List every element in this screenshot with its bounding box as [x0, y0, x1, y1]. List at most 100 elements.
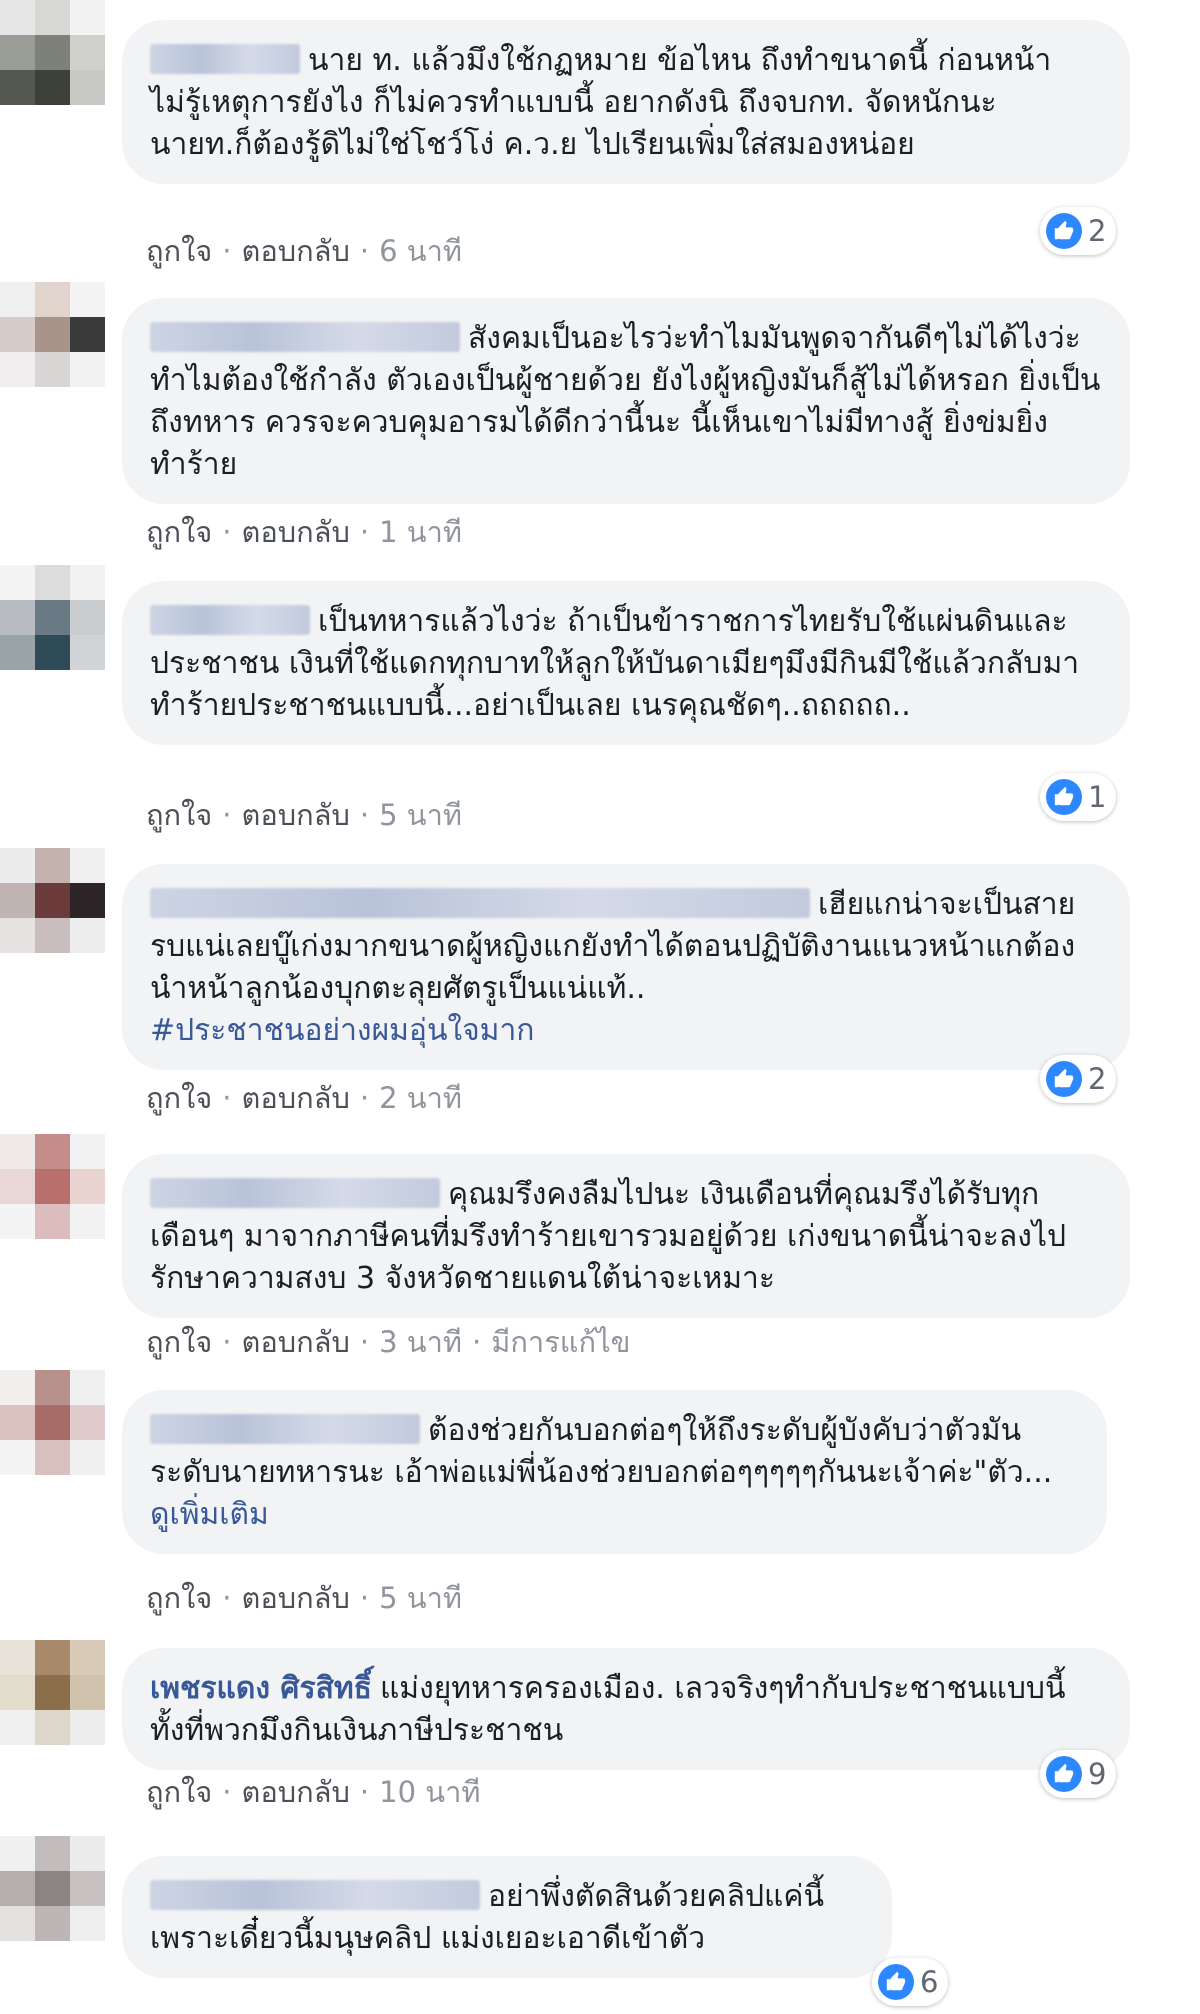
comment-actions: ถูกใจ · ตอบกลับ · 1 นาที [146, 514, 462, 550]
avatar[interactable] [0, 565, 105, 670]
like-reaction-icon [878, 1964, 914, 2000]
comment-bubble: คุณมรึงคงลืมไปนะ เงินเดือนที่คุณมรึงได้ร… [122, 1154, 1130, 1318]
reaction-count[interactable]: 2 [1040, 207, 1117, 255]
commenter-name[interactable] [150, 1414, 420, 1444]
timestamp[interactable]: 1 นาที [379, 515, 462, 549]
avatar-pixel [0, 352, 35, 387]
avatar-pixel [0, 1169, 35, 1204]
reaction-count[interactable]: 2 [1040, 1055, 1117, 1103]
timestamp[interactable]: 10 นาที [379, 1775, 480, 1809]
reply-link[interactable]: ตอบกลับ [242, 1581, 350, 1615]
avatar-pixel [70, 352, 105, 387]
avatar-pixel [0, 0, 35, 35]
reaction-count[interactable]: 9 [1040, 1750, 1117, 1798]
separator: · [359, 1581, 370, 1615]
separator: · [359, 234, 370, 268]
edited-label[interactable]: มีการแก้ไข [491, 1325, 630, 1359]
like-link[interactable]: ถูกใจ [146, 1325, 212, 1359]
timestamp[interactable]: 6 นาที [379, 234, 462, 268]
like-link[interactable]: ถูกใจ [146, 1081, 212, 1115]
separator: · [222, 1581, 232, 1615]
commenter-name[interactable] [150, 1178, 440, 1208]
timestamp[interactable]: 3 นาที [379, 1325, 462, 1359]
commenter-name[interactable] [150, 322, 460, 352]
avatar-pixel [0, 1405, 35, 1440]
avatar[interactable] [0, 0, 105, 105]
separator: · [359, 1325, 370, 1359]
reply-link[interactable]: ตอบกลับ [242, 798, 350, 832]
avatar-pixel [0, 600, 35, 635]
avatar[interactable] [0, 282, 105, 387]
avatar-pixel [70, 1871, 105, 1906]
avatar-pixel [35, 1710, 70, 1745]
avatar-pixel [70, 1134, 105, 1169]
comment-actions: ถูกใจ · ตอบกลับ · 10 นาที [146, 1774, 480, 1810]
commenter-name[interactable] [150, 605, 310, 635]
avatar[interactable] [0, 1836, 105, 1941]
avatar-pixel [70, 848, 105, 883]
avatar-pixel [0, 1906, 35, 1941]
commenter-name[interactable] [150, 44, 300, 74]
comment-bubble: ต้องช่วยกันบอกต่อๆให้ถึงระดับผู้บังคับว่… [122, 1390, 1107, 1554]
reply-link[interactable]: ตอบกลับ [242, 515, 350, 549]
avatar-pixel [35, 1906, 70, 1941]
avatar[interactable] [0, 848, 105, 953]
hashtag-link[interactable]: #ประชาชนอย่างผมอุ่นใจมาก [150, 1013, 534, 1048]
comment-bubble: อย่าพึ่งตัดสินด้วยคลิปแค่นี้เพราะเดี๋ยวน… [122, 1856, 892, 1978]
avatar-pixel [35, 565, 70, 600]
reaction-count[interactable]: 1 [1040, 773, 1117, 821]
avatar-pixel [70, 1710, 105, 1745]
separator: · [359, 1081, 370, 1115]
reaction-count[interactable]: 6 [872, 1958, 949, 2006]
avatar-pixel [35, 1134, 70, 1169]
reply-link[interactable]: ตอบกลับ [242, 234, 350, 268]
commenter-name[interactable] [150, 1880, 480, 1910]
timestamp[interactable]: 2 นาที [379, 1081, 462, 1115]
avatar-pixel [0, 317, 35, 352]
like-reaction-icon [1046, 213, 1082, 249]
avatar-pixel [70, 600, 105, 635]
avatar-pixel [35, 883, 70, 918]
reply-link[interactable]: ตอบกลับ [242, 1081, 350, 1115]
separator: · [222, 798, 232, 832]
avatar-pixel [35, 1836, 70, 1871]
like-link[interactable]: ถูกใจ [146, 515, 212, 549]
avatar-pixel [70, 282, 105, 317]
avatar-pixel [35, 1871, 70, 1906]
avatar-pixel [70, 1440, 105, 1475]
commenter-name[interactable]: เพชรแดง ศิรสิทธิ์ [150, 1671, 372, 1706]
avatar-pixel [0, 883, 35, 918]
avatar-pixel [0, 35, 35, 70]
avatar-pixel [0, 282, 35, 317]
separator: · [222, 234, 232, 268]
like-reaction-icon [1046, 1756, 1082, 1792]
reply-link[interactable]: ตอบกลับ [242, 1325, 350, 1359]
like-link[interactable]: ถูกใจ [146, 798, 212, 832]
avatar[interactable] [0, 1134, 105, 1239]
like-link[interactable]: ถูกใจ [146, 234, 212, 268]
reaction-number: 2 [1088, 214, 1107, 248]
reaction-number: 2 [1088, 1062, 1107, 1096]
avatar-pixel [35, 282, 70, 317]
separator: · [222, 515, 232, 549]
commenter-name[interactable] [150, 888, 810, 918]
avatar[interactable] [0, 1370, 105, 1475]
avatar-pixel [35, 600, 70, 635]
see-more-link[interactable]: ดูเพิ่มเติม [150, 1497, 269, 1532]
avatar-pixel [35, 848, 70, 883]
avatar[interactable] [0, 1640, 105, 1745]
like-link[interactable]: ถูกใจ [146, 1581, 212, 1615]
timestamp[interactable]: 5 นาที [379, 798, 462, 832]
timestamp[interactable]: 5 นาที [379, 1581, 462, 1615]
reaction-number: 1 [1088, 780, 1107, 814]
avatar-pixel [35, 1204, 70, 1239]
like-link[interactable]: ถูกใจ [146, 1775, 212, 1809]
comment-actions: ถูกใจ · ตอบกลับ · 6 นาที [146, 233, 462, 269]
comment-bubble: เป็นทหารแล้วไงว่ะ ถ้าเป็นข้าราชการไทยรับ… [122, 581, 1130, 745]
avatar-pixel [0, 565, 35, 600]
avatar-pixel [35, 352, 70, 387]
avatar-pixel [35, 1440, 70, 1475]
avatar-pixel [35, 1169, 70, 1204]
avatar-pixel [35, 918, 70, 953]
reply-link[interactable]: ตอบกลับ [242, 1775, 350, 1809]
